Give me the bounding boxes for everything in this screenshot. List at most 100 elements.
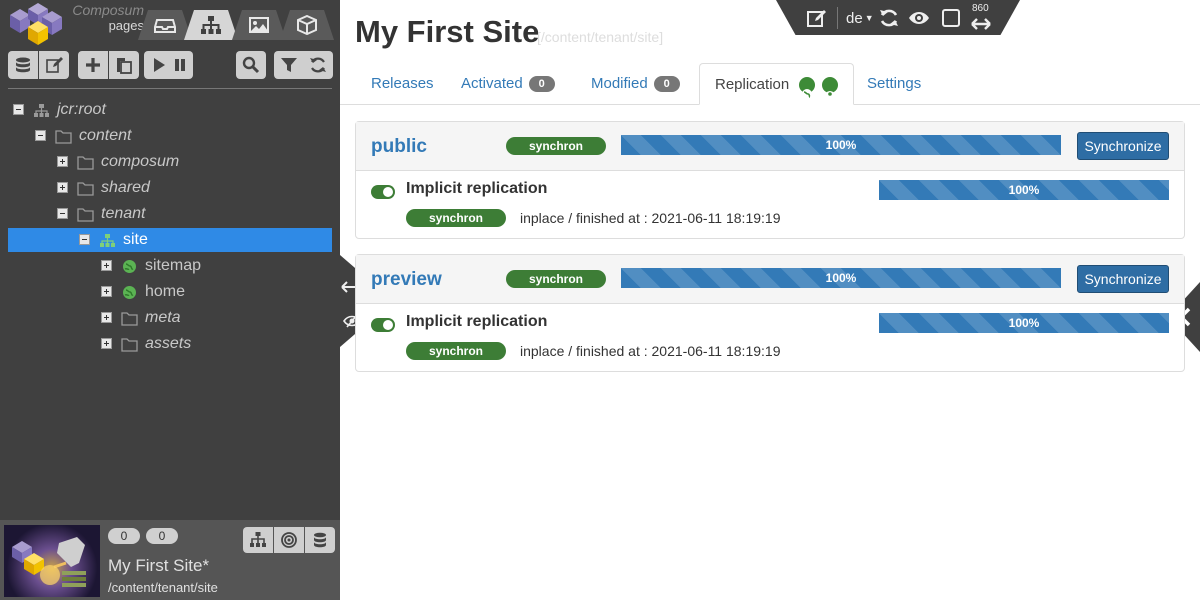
implicit-status-badge: synchron [406, 209, 506, 227]
edit-mode-button[interactable] [806, 7, 828, 29]
synchronize-button[interactable]: Synchronize [1077, 265, 1169, 293]
current-page-status: 0 0 My First Site* /content/tenant/site [0, 520, 340, 600]
tree-node-label: meta [145, 309, 181, 326]
reload-button[interactable] [878, 7, 900, 29]
copy-button[interactable] [109, 51, 139, 79]
tree-node-site[interactable]: site [8, 228, 332, 252]
brand-line2: pages [108, 18, 144, 33]
panel-header: preview synchron 100% Synchronize [356, 255, 1184, 304]
image-icon [249, 17, 269, 33]
preview-button[interactable] [908, 7, 930, 29]
tree-node-label: composum [101, 153, 180, 170]
target-button[interactable] [274, 527, 304, 553]
current-page-title[interactable]: My First Site* [108, 556, 209, 576]
tab-site-tree-mode[interactable] [184, 10, 238, 40]
status-count-1: 0 [108, 528, 140, 544]
repository-button[interactable] [305, 527, 335, 553]
expand-icon[interactable] [101, 312, 112, 323]
tab-replication[interactable]: Replication [699, 63, 854, 105]
brand-name: Composum pages [70, 3, 144, 34]
tree-node-jcr-root[interactable]: jcr:root [0, 98, 340, 122]
tree-node-content[interactable]: content [0, 124, 340, 148]
globe-icon [121, 258, 138, 273]
collapse-icon[interactable] [35, 130, 46, 141]
edit-button[interactable] [39, 51, 69, 79]
filter-button[interactable] [274, 51, 304, 79]
deactivate-button[interactable] [167, 51, 193, 79]
collapse-icon[interactable] [57, 208, 68, 219]
refresh-icon [880, 9, 898, 27]
add-button[interactable] [78, 51, 108, 79]
tree-node-tenant[interactable]: tenant [0, 202, 340, 226]
collapse-icon[interactable] [79, 234, 90, 245]
tree-node-label: home [145, 283, 186, 300]
show-in-tree-button[interactable] [243, 527, 273, 553]
status-badge: synchron [506, 137, 606, 155]
edit-icon [807, 10, 826, 27]
tree-node-composum[interactable]: composum [0, 150, 340, 174]
cube-icon [297, 15, 317, 35]
search-button[interactable] [236, 51, 266, 79]
synchronize-button[interactable]: Synchronize [1077, 132, 1169, 160]
sitemap-icon [33, 102, 50, 117]
tree-node-assets[interactable]: assets [0, 332, 340, 356]
stage-name: public [371, 136, 427, 157]
implicit-replication-toggle[interactable] [371, 318, 395, 332]
tree-node-meta[interactable]: meta [0, 306, 340, 330]
folder-icon [55, 128, 72, 144]
tab-releases[interactable]: Releases [371, 63, 434, 105]
tree-node-label: shared [101, 179, 150, 196]
width-resize-button[interactable] [970, 11, 992, 33]
modified-count-badge: 0 [653, 76, 680, 93]
implicit-replication-label: Implicit replication [406, 180, 548, 197]
panel-header: public synchron 100% Synchronize [356, 122, 1184, 171]
eye-icon [821, 77, 838, 98]
site-thumbnail [4, 525, 100, 597]
tab-modified-label: Modified [591, 75, 648, 92]
tree-node-sitemap[interactable]: sitemap [0, 254, 340, 278]
toolbar-divider [8, 88, 332, 89]
collapse-icon[interactable] [13, 104, 24, 115]
tab-components-mode[interactable] [280, 10, 334, 40]
tab-activated[interactable]: Activated 0 [461, 63, 555, 105]
replication-info: inplace / finished at : 2021-06-11 18:19… [520, 343, 781, 359]
tab-settings[interactable]: Settings [867, 63, 921, 105]
current-page-path: /content/tenant/site [108, 580, 218, 595]
sitemap-icon [250, 532, 266, 547]
implicit-status-badge: synchron [406, 342, 506, 360]
tree-node-label: assets [145, 335, 192, 352]
tab-pages-mode[interactable] [138, 10, 192, 40]
expand-icon[interactable] [101, 286, 112, 297]
folder-icon [121, 336, 138, 352]
database-button[interactable] [8, 51, 38, 79]
expand-icon[interactable] [101, 338, 112, 349]
target-icon [281, 532, 297, 548]
tab-modified[interactable]: Modified 0 [591, 63, 680, 105]
implicit-progress-bar: 100% [879, 180, 1169, 200]
tree-node-label: sitemap [145, 257, 202, 274]
search-icon [242, 56, 260, 74]
implicit-replication-toggle[interactable] [371, 185, 395, 199]
expand-icon[interactable] [57, 182, 68, 193]
folder-icon [77, 180, 94, 196]
composum-logo-icon [10, 3, 62, 45]
square-icon [942, 9, 960, 27]
tree-node-shared[interactable]: shared [0, 176, 340, 200]
tab-activated-label: Activated [461, 75, 523, 92]
implicit-progress-bar: 100% [879, 313, 1169, 333]
expand-icon[interactable] [101, 260, 112, 271]
tree-node-label: site [123, 231, 148, 248]
tab-assets-mode[interactable] [232, 10, 286, 40]
replication-panel-public: public synchron 100% Synchronize Implici… [355, 121, 1185, 239]
horizontal-resize-icon [971, 18, 991, 30]
database-icon [16, 57, 30, 73]
tree-node-home[interactable]: home [0, 280, 340, 304]
site-thumbnail-image-icon [12, 537, 86, 587]
status-badge: synchron [506, 270, 606, 288]
language-select[interactable]: de ▼ [846, 7, 874, 29]
select-mode-button[interactable] [940, 7, 962, 29]
database-icon [314, 532, 326, 548]
refresh-button[interactable] [303, 51, 333, 79]
expand-icon[interactable] [57, 156, 68, 167]
page-path: [/content/tenant/site] [537, 29, 664, 45]
